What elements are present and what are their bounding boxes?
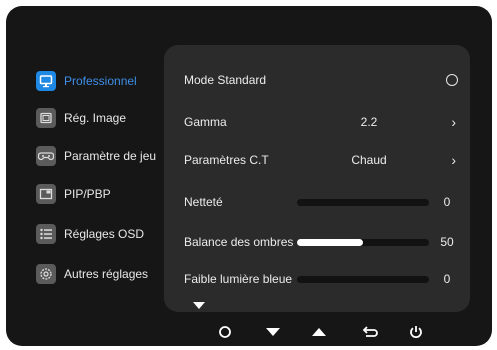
circle-icon bbox=[219, 326, 231, 338]
gamma-label: Gamma bbox=[184, 115, 227, 129]
down-button[interactable] bbox=[260, 321, 286, 343]
row-balance-ombres[interactable]: Balance des ombres 50 bbox=[184, 232, 460, 252]
return-icon bbox=[362, 326, 378, 337]
sidebar-item-label: Rég. Image bbox=[64, 111, 127, 125]
sharpness-label: Netteté bbox=[184, 195, 223, 209]
sidebar-item-label: Paramètre de jeu bbox=[64, 149, 157, 163]
row-parametres-ct[interactable]: Paramètres C.T Chaud › bbox=[184, 150, 460, 170]
blue-light-slider[interactable] bbox=[297, 275, 429, 283]
circle-button[interactable] bbox=[212, 321, 238, 343]
ct-value: Chaud bbox=[351, 153, 387, 167]
sidebar-item-label: Autres réglages bbox=[64, 267, 149, 281]
row-nettete[interactable]: Netteté 0 bbox=[184, 192, 460, 212]
sharpness-value: 0 bbox=[443, 195, 451, 209]
sidebar-item-label: Réglages OSD bbox=[64, 227, 145, 241]
shadow-value: 50 bbox=[440, 235, 454, 249]
chevron-right-icon: › bbox=[451, 114, 456, 130]
ct-label: Paramètres C.T bbox=[184, 153, 269, 167]
mode-label: Mode Standard bbox=[184, 73, 267, 87]
shadow-slider[interactable] bbox=[297, 238, 429, 246]
monitor-icon bbox=[36, 71, 56, 91]
radio-circle-icon bbox=[446, 74, 458, 86]
row-gamma[interactable]: Gamma 2.2 › bbox=[184, 112, 460, 132]
back-button[interactable] bbox=[358, 321, 384, 343]
list-icon bbox=[36, 224, 56, 244]
sharpness-slider[interactable] bbox=[297, 198, 429, 206]
power-icon bbox=[410, 326, 422, 339]
blue-light-label: Faible lumière bleue bbox=[184, 272, 293, 286]
gear-icon bbox=[36, 264, 56, 284]
scroll-down-icon bbox=[193, 302, 205, 309]
gamepad-icon bbox=[36, 146, 56, 166]
sidebar-item-label: Professionnel bbox=[64, 74, 137, 88]
sidebar-item-label: PIP/PBP bbox=[64, 187, 111, 201]
triangle-up-icon bbox=[312, 328, 326, 336]
triangle-down-icon bbox=[266, 328, 280, 336]
up-button[interactable] bbox=[306, 321, 332, 343]
gamma-value: 2.2 bbox=[360, 115, 378, 129]
shadow-label: Balance des ombres bbox=[184, 235, 294, 249]
row-mode-standard[interactable]: Mode Standard bbox=[184, 70, 460, 90]
settings-panel: Mode Standard Gamma 2.2 › Paramètres C.T… bbox=[164, 45, 470, 312]
pip-icon bbox=[36, 184, 56, 204]
chevron-right-icon: › bbox=[451, 152, 456, 168]
blue-light-value: 0 bbox=[443, 272, 451, 286]
power-button[interactable] bbox=[403, 321, 429, 343]
row-faible-lumiere-bleue[interactable]: Faible lumière bleue 0 bbox=[184, 269, 460, 289]
image-adjust-icon bbox=[36, 108, 56, 128]
shadow-slider-fill bbox=[297, 238, 363, 246]
